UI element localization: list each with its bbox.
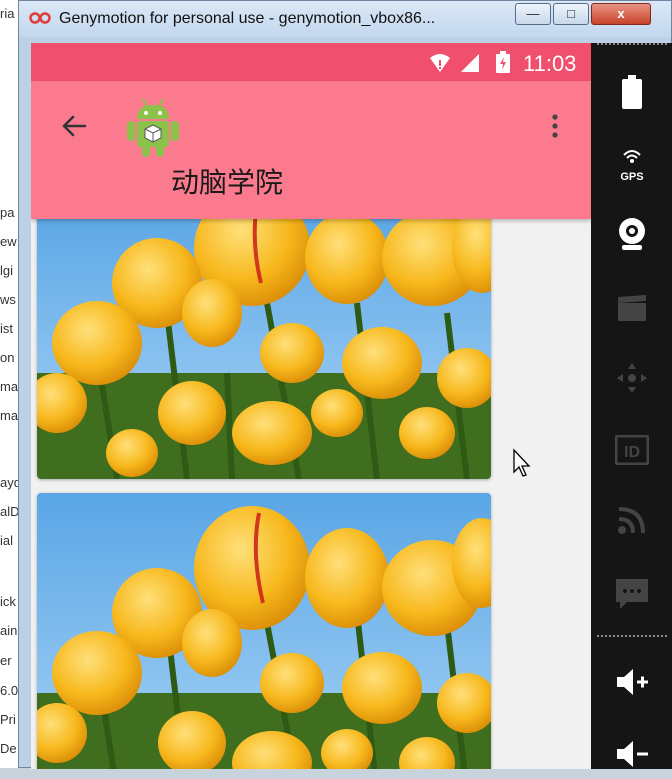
gps-label: GPS xyxy=(620,171,644,183)
image-card[interactable] xyxy=(37,493,491,769)
message-icon xyxy=(616,579,648,609)
background-text: Pri xyxy=(0,712,16,727)
battery-icon xyxy=(622,75,642,109)
volume-down-button[interactable] xyxy=(607,729,657,779)
more-options-icon[interactable] xyxy=(545,111,565,141)
gps-widget-button[interactable]: GPS xyxy=(607,143,657,193)
toolbar-divider xyxy=(597,635,667,637)
device-screen[interactable]: 11:03 动脑学院 xyxy=(31,43,591,769)
rss-icon xyxy=(618,507,645,534)
android-app-logo xyxy=(123,95,183,159)
app-toolbar: 动脑学院 xyxy=(31,81,591,219)
background-text: ria xyxy=(0,6,15,21)
background-text: 6.0 xyxy=(0,683,19,698)
close-button[interactable]: x xyxy=(591,3,651,25)
toolbar-divider xyxy=(597,43,667,45)
device-id-widget-button[interactable]: ID xyxy=(607,425,657,475)
volume-up-icon xyxy=(617,669,648,695)
sms-widget-button[interactable] xyxy=(607,569,657,619)
genymotion-toolbar: GPS ID xyxy=(591,43,672,769)
battery-charging-icon xyxy=(496,51,510,73)
mouse-cursor-icon xyxy=(512,448,532,478)
background-text: ws xyxy=(0,292,16,307)
close-icon: x xyxy=(617,6,625,21)
maximize-button[interactable]: □ xyxy=(553,3,589,25)
background-text: er xyxy=(0,653,12,668)
status-bar: 11:03 xyxy=(31,43,591,81)
screencast-widget-button[interactable] xyxy=(607,283,657,333)
remote-control-widget-button[interactable] xyxy=(607,353,657,403)
background-text: ial xyxy=(0,533,14,548)
status-clock: 11:03 xyxy=(523,51,577,76)
window-title: Genymotion for personal use - genymotion… xyxy=(59,10,436,27)
tulips-photo xyxy=(37,203,491,479)
maximize-icon: □ xyxy=(567,6,575,21)
id-card-icon: ID xyxy=(615,435,649,465)
background-text: De xyxy=(0,741,17,756)
network-widget-button[interactable] xyxy=(607,495,657,545)
image-card[interactable] xyxy=(37,203,491,479)
minimize-button[interactable]: — xyxy=(515,3,551,25)
background-text: ayd xyxy=(0,475,20,490)
background-text: pa xyxy=(0,205,15,220)
wifi-icon xyxy=(429,53,451,73)
back-arrow-icon[interactable] xyxy=(59,111,89,141)
battery-widget-button[interactable] xyxy=(607,67,657,117)
background-text: ma xyxy=(0,408,19,423)
background-text: alD xyxy=(0,504,20,519)
app-title: 动脑学院 xyxy=(171,167,284,198)
webcam-icon xyxy=(619,218,645,250)
genymotion-window: Genymotion for personal use - genymotion… xyxy=(18,0,672,769)
gps-icon xyxy=(623,150,641,163)
background-text: on xyxy=(0,350,15,365)
background-text: ick xyxy=(0,594,16,609)
background-text: ma xyxy=(0,379,19,394)
background-text: lgi xyxy=(0,263,14,278)
background-text: ew xyxy=(0,234,17,249)
tulips-photo xyxy=(37,493,491,769)
dpad-icon xyxy=(617,363,647,393)
window-title-bar[interactable]: Genymotion for personal use - genymotion… xyxy=(19,1,671,37)
volume-down-icon xyxy=(617,741,648,767)
background-text: ain xyxy=(0,623,18,638)
volume-up-button[interactable] xyxy=(607,657,657,707)
signal-icon xyxy=(459,53,481,73)
clapperboard-icon xyxy=(618,295,646,321)
webcam-widget-button[interactable] xyxy=(607,209,657,259)
minimize-icon: — xyxy=(526,6,540,21)
id-label: ID xyxy=(624,444,640,461)
background-text: ist xyxy=(0,321,13,336)
genymotion-logo-icon xyxy=(29,10,51,26)
